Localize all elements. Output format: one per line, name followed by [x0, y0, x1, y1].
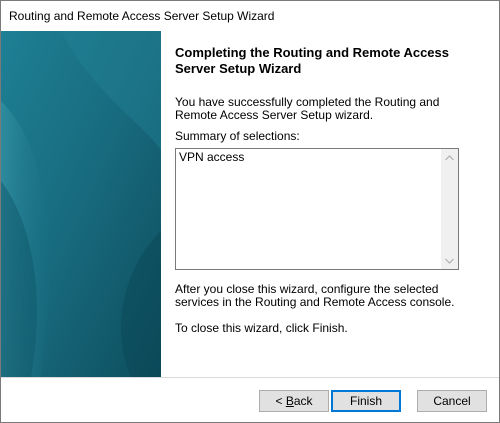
wizard-banner-image: [1, 31, 161, 377]
back-button-label: ack: [293, 394, 313, 408]
wizard-window: Routing and Remote Access Server Setup W…: [0, 0, 500, 423]
finish-button[interactable]: Finish: [331, 390, 401, 412]
summary-textbox[interactable]: VPN access: [175, 148, 459, 270]
window-title: Routing and Remote Access Server Setup W…: [9, 9, 275, 23]
after-close-text: After you close this wizard, configure t…: [175, 282, 455, 309]
chevron-down-icon[interactable]: [441, 252, 458, 269]
cancel-button[interactable]: Cancel: [417, 390, 487, 412]
back-button[interactable]: < Back: [259, 390, 329, 412]
summary-item: VPN access: [179, 150, 245, 164]
intro-text: You have successfully completed the Rout…: [175, 95, 440, 122]
summary-label: Summary of selections:: [175, 129, 300, 143]
button-area-separator: [1, 377, 499, 378]
title-bar[interactable]: Routing and Remote Access Server Setup W…: [1, 1, 499, 31]
chevron-up-icon[interactable]: [441, 149, 458, 166]
summary-scrollbar[interactable]: [441, 149, 458, 269]
back-button-prefix: <: [275, 394, 286, 408]
close-instruction-text: To close this wizard, click Finish.: [175, 321, 348, 335]
wizard-content: Completing the Routing and Remote Access…: [161, 31, 499, 377]
page-heading: Completing the Routing and Remote Access…: [175, 45, 449, 76]
back-button-accelerator: B: [285, 394, 294, 408]
